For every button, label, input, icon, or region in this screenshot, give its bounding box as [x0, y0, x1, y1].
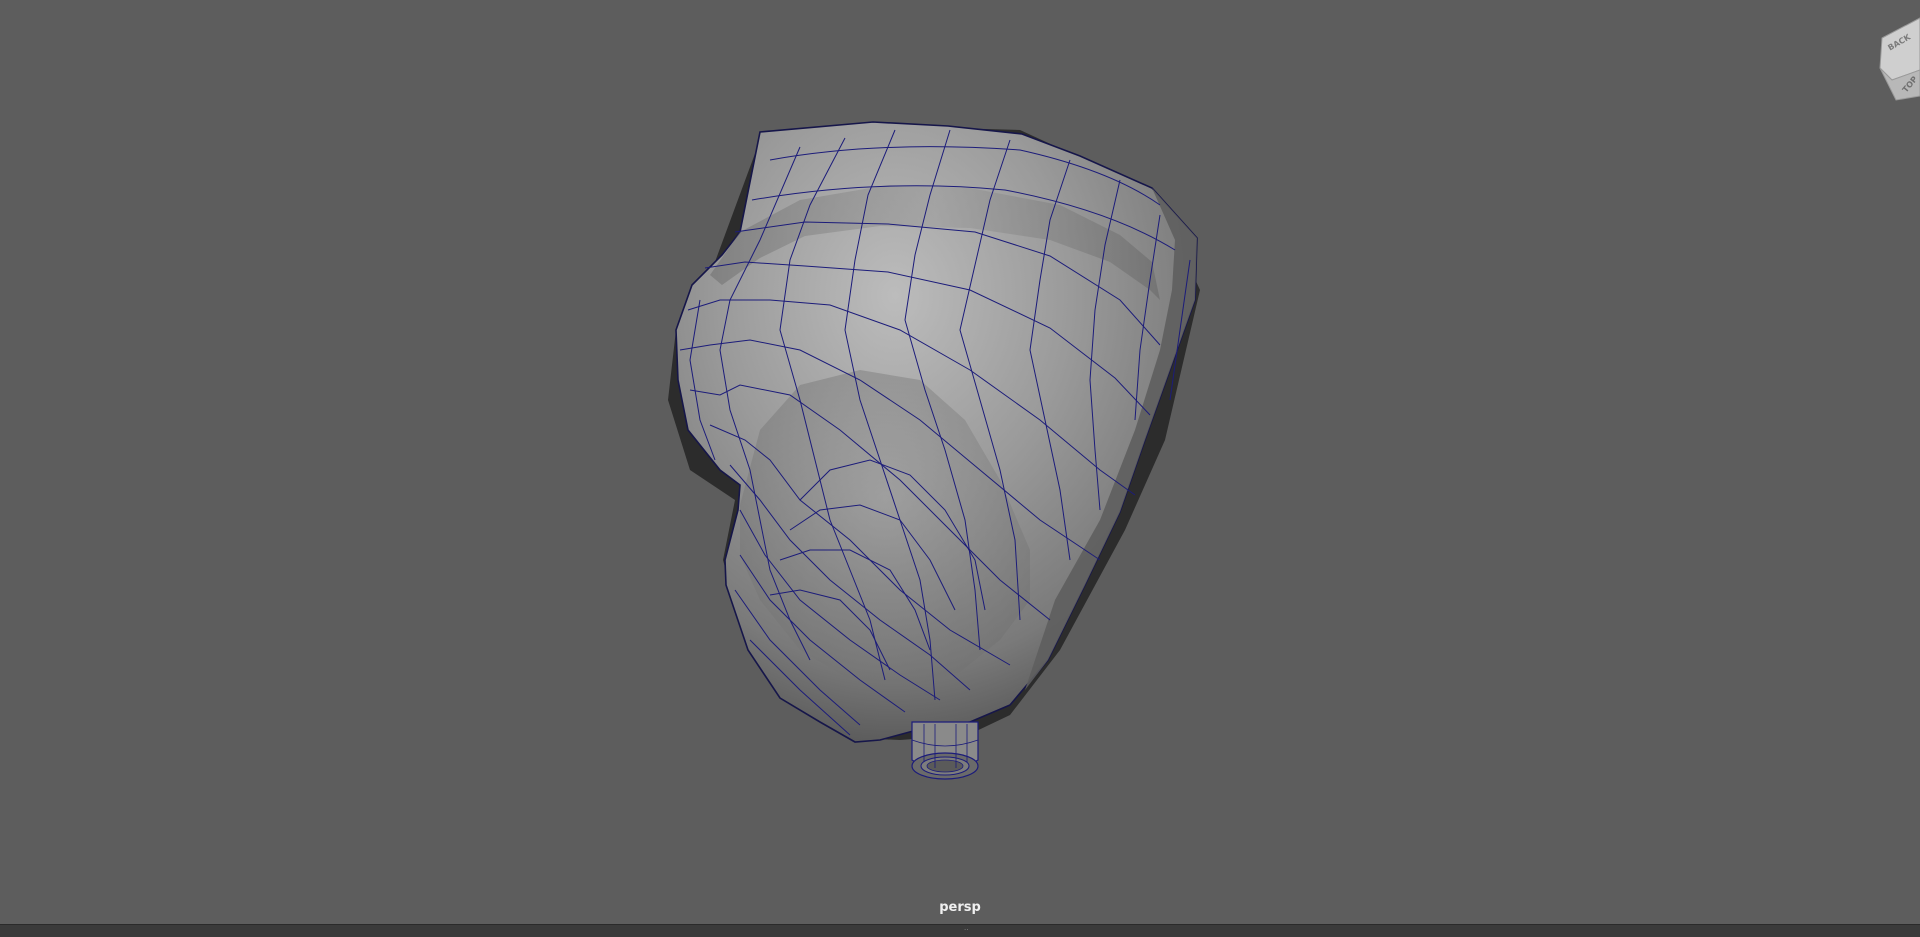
3d-viewport[interactable]: BACK TOP persp: [0, 0, 1920, 924]
resize-grip-icon[interactable]: ··: [964, 927, 972, 934]
viewport-bottom-strip[interactable]: ··: [0, 924, 1920, 937]
camera-name-label: persp: [939, 900, 981, 915]
mesh-canvas[interactable]: [0, 0, 1920, 924]
nozzle[interactable]: [911, 721, 979, 780]
